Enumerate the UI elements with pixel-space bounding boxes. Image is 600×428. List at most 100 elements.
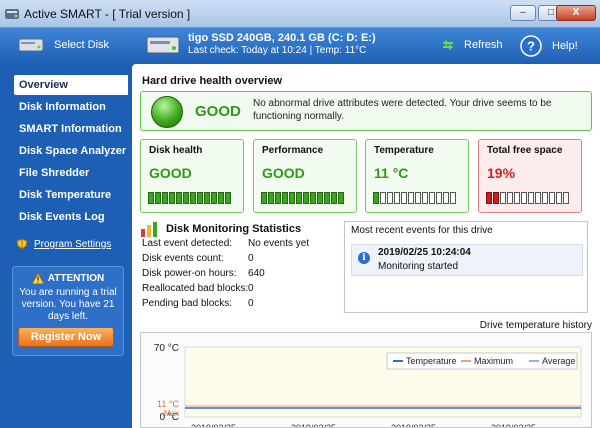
level-segment (303, 192, 309, 204)
level-segment (282, 192, 288, 204)
minimize-button[interactable]: – (510, 5, 536, 21)
x-tick-label: 2019/02/25 (291, 423, 336, 427)
select-disk-label: Select Disk (54, 39, 110, 51)
stats-header: Disk Monitoring Statistics (140, 221, 301, 237)
level-segment (429, 192, 435, 204)
level-segment (408, 192, 414, 204)
stat-row: Last event detected: No events yet (142, 238, 332, 252)
select-disk-button[interactable]: Select Disk (18, 36, 109, 54)
level-segment (197, 192, 203, 204)
annotation-max: Max (164, 409, 179, 418)
health-status-word: GOOD (195, 103, 241, 120)
hard-drive-icon (146, 36, 180, 54)
toolbar: Select Disk tigo SSD 240GB, 240.1 GB (C:… (0, 28, 600, 64)
level-segment (549, 192, 555, 204)
level-segment (176, 192, 182, 204)
card-disk-health: Disk health GOOD (140, 139, 244, 213)
event-time: 2019/02/25 10:24:04 (378, 247, 471, 258)
chart-title: Drive temperature history (479, 320, 592, 331)
level-segment (542, 192, 548, 204)
bar-chart-icon (141, 222, 157, 237)
overview-title: Hard drive health overview (142, 75, 282, 87)
sidebar-item-disk-space-analyzer[interactable]: Disk Space Analyzer (14, 141, 128, 161)
card-performance: Performance GOOD (253, 139, 357, 213)
stats-title: Disk Monitoring Statistics (166, 223, 302, 235)
level-segment (535, 192, 541, 204)
sidebar-item-smart-information[interactable]: SMART Information (14, 119, 128, 139)
sidebar-item-disk-information[interactable]: Disk Information (14, 97, 128, 117)
x-tick-label: 2019/02/25 (491, 423, 536, 427)
stat-value: 0 (248, 298, 254, 309)
level-segment (380, 192, 386, 204)
temperature-chart: 70 °C0 °C11 °CMaxTemperature Maximum Avera… (154, 343, 582, 428)
stat-value: 0 (248, 283, 254, 294)
level-segment (225, 192, 231, 204)
help-icon: ? (520, 35, 542, 57)
level-segment (218, 192, 224, 204)
refresh-icon (443, 40, 453, 50)
sidebar-item-disk-temperature[interactable]: Disk Temperature (14, 185, 128, 205)
sidebar-item-file-shredder[interactable]: File Shredder (14, 163, 128, 183)
level-segment (289, 192, 295, 204)
level-bar (486, 192, 569, 204)
level-segment (556, 192, 562, 204)
disk-icon (18, 38, 44, 52)
health-status-message: No abnormal drive attributes were detect… (253, 98, 552, 122)
level-segment (296, 192, 302, 204)
y-tick-label: 70 °C (154, 343, 179, 354)
close-button[interactable]: X (556, 5, 596, 21)
level-segment (528, 192, 534, 204)
level-segment (401, 192, 407, 204)
level-segment (190, 192, 196, 204)
level-segment (450, 192, 456, 204)
card-title: Total free space (487, 145, 563, 156)
level-segment (338, 192, 344, 204)
level-segment (493, 192, 499, 204)
stat-row: Reallocated bad blocks: 0 (142, 283, 332, 297)
card-title: Disk health (149, 145, 203, 156)
drive-name: tigo SSD 240GB, 240.1 GB (C: D: E:) (188, 32, 376, 44)
stat-label: Disk events count: (142, 253, 224, 264)
level-segment (169, 192, 175, 204)
stat-label: Reallocated bad blocks: (142, 283, 249, 294)
refresh-button[interactable]: Refresh (440, 38, 503, 52)
level-segment (394, 192, 400, 204)
stat-value: No events yet (248, 238, 310, 249)
temperature-history: Drive temperature history 70 °C 0 °C 11 °C… (140, 320, 592, 428)
help-button[interactable]: ? Help! (520, 35, 578, 57)
sidebar-item-disk-events-log[interactable]: Disk Events Log (14, 207, 128, 227)
level-segment (373, 192, 379, 204)
level-segment (443, 192, 449, 204)
level-segment (415, 192, 421, 204)
annotation-current-temp: 11 °C (157, 399, 179, 409)
level-segment (275, 192, 281, 204)
level-segment (183, 192, 189, 204)
register-now-button[interactable]: Register Now (18, 327, 114, 347)
sidebar-item-overview[interactable]: Overview (14, 75, 128, 95)
stat-row: Disk events count: 0 (142, 253, 332, 267)
level-segment (261, 192, 267, 204)
level-segment (155, 192, 161, 204)
main-panel: Hard drive health overview GOOD No abnor… (132, 64, 600, 428)
info-icon: i (358, 252, 370, 264)
level-segment (436, 192, 442, 204)
level-segment (331, 192, 337, 204)
stat-value: 640 (248, 268, 265, 279)
level-bar (261, 192, 344, 204)
level-segment (514, 192, 520, 204)
app-icon (5, 9, 19, 19)
legend-entry: Temperature (406, 356, 457, 366)
warning-icon (31, 273, 44, 284)
event-text: Monitoring started (378, 261, 459, 272)
sidebar: Overview Disk Information SMART Informat… (0, 64, 132, 428)
health-status-banner: GOOD No abnormal drive attributes were d… (140, 91, 592, 131)
attention-title: ATTENTION (47, 273, 105, 284)
stat-value: 0 (248, 253, 254, 264)
stat-label: Last event detected: (142, 238, 233, 249)
stat-row: Disk power-on hours: 640 (142, 268, 332, 282)
program-settings-link[interactable]: Program Settings (16, 238, 111, 250)
level-segment (500, 192, 506, 204)
attention-heading: ATTENTION (13, 273, 123, 284)
events-title: Most recent events for this drive (351, 225, 493, 236)
event-item[interactable]: i 2019/02/25 10:24:04 Monitoring started (351, 244, 583, 276)
